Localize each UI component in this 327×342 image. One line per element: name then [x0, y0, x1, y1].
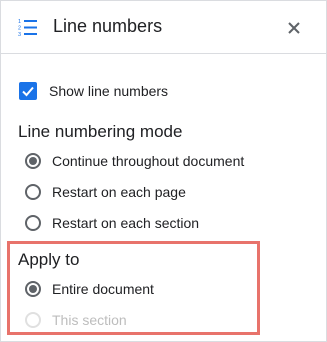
radio-restart-page[interactable]	[25, 184, 41, 200]
close-button[interactable]	[281, 15, 307, 41]
radio-entire-document[interactable]	[25, 281, 41, 297]
apply-option-label: Entire document	[52, 281, 154, 297]
apply-option-entire-document[interactable]: Entire document	[25, 281, 154, 297]
apply-option-this-section: This section	[25, 312, 127, 328]
apply-to-section-title: Apply to	[18, 250, 80, 269]
svg-text:1: 1	[18, 19, 21, 25]
mode-option-continue[interactable]: Continue throughout document	[25, 153, 244, 169]
apply-option-label: This section	[52, 312, 127, 328]
line-numbers-panel: 1 2 3 Line numbers Show line numbers Lin…	[0, 0, 327, 342]
mode-section-title: Line numbering mode	[18, 122, 183, 141]
radio-selected-dot	[29, 157, 37, 165]
line-numbers-icon: 1 2 3	[18, 17, 38, 38]
mode-option-label: Continue throughout document	[52, 153, 245, 169]
checkmark-icon	[22, 86, 34, 97]
svg-text:2: 2	[18, 26, 21, 32]
mode-option-restart-section[interactable]: Restart on each section	[25, 215, 199, 231]
panel-title: Line numbers	[53, 16, 163, 36]
show-line-numbers-checkbox[interactable]	[19, 82, 37, 100]
mode-option-restart-page[interactable]: Restart on each page	[25, 184, 186, 200]
panel-header: 1 2 3 Line numbers	[1, 1, 326, 54]
show-line-numbers-label: Show line numbers	[49, 83, 169, 99]
radio-continue[interactable]	[25, 153, 41, 169]
show-line-numbers-row[interactable]: Show line numbers	[19, 82, 168, 100]
svg-text:3: 3	[18, 32, 21, 37]
mode-option-label: Restart on each page	[52, 184, 186, 200]
close-icon	[288, 22, 300, 34]
radio-selected-dot	[29, 285, 37, 293]
radio-this-section	[25, 312, 41, 328]
mode-option-label: Restart on each section	[52, 215, 200, 231]
radio-restart-section[interactable]	[25, 215, 41, 231]
